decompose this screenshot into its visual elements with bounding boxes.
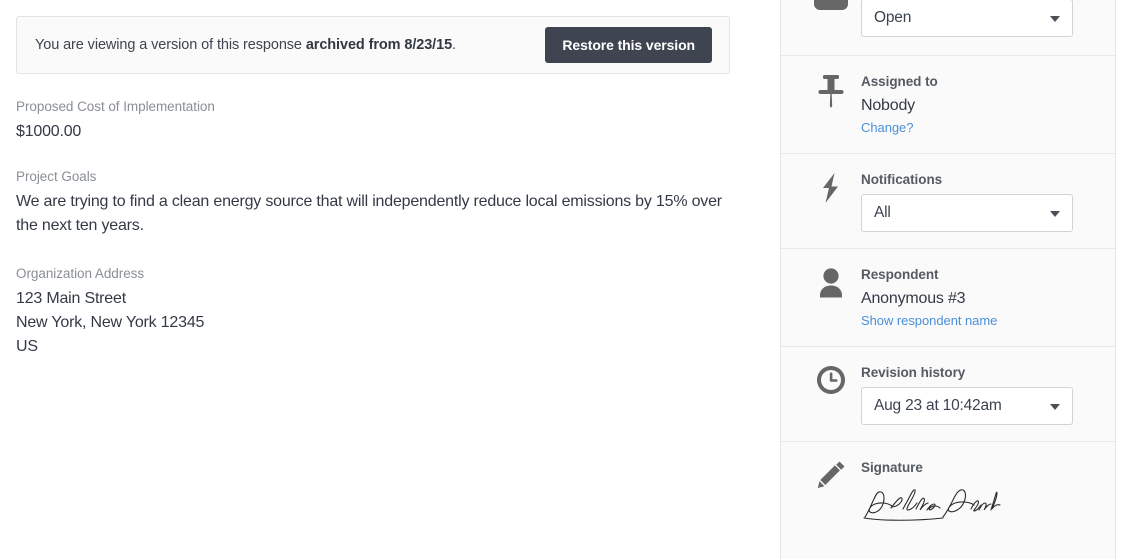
lightning-bolt-icon: [801, 170, 861, 232]
field-value-line: US: [16, 338, 38, 355]
sidebar-title: Revision history: [861, 365, 966, 380]
archive-notice-text: You are viewing a version of this respon…: [35, 37, 456, 53]
sidebar-row-revision-history: Revision history Aug 23 at 10:42am: [781, 347, 1115, 442]
respondent-value: Anonymous #3: [861, 290, 966, 307]
pushpin-icon: [801, 72, 861, 137]
status-select[interactable]: Open: [861, 0, 1073, 37]
status-select-value: Open: [874, 9, 912, 26]
field-value: We are trying to find a clean energy sou…: [16, 193, 722, 234]
tag-icon: [801, 0, 861, 55]
response-main-content: You are viewing a version of this respon…: [0, 0, 780, 559]
field-organization-address: Organization Address 123 Main Street New…: [16, 265, 780, 359]
sidebar-row-notifications: Notifications All: [781, 154, 1115, 249]
restore-this-version-button[interactable]: Restore this version: [545, 27, 712, 63]
sidebar-title: Assigned to: [861, 74, 938, 89]
revision-history-select-value: Aug 23 at 10:42am: [874, 397, 1002, 414]
show-respondent-name-link[interactable]: Show respondent name: [861, 313, 997, 328]
sidebar-title: Respondent: [861, 267, 939, 282]
sidebar-row-assigned-to: Assigned to Nobody Change?: [781, 56, 1115, 154]
assigned-to-value: Nobody: [861, 97, 915, 114]
chevron-down-icon: [1050, 404, 1060, 410]
clock-icon: [801, 363, 861, 425]
field-project-goals: Project Goals We are trying to find a cl…: [16, 168, 780, 238]
chevron-down-icon: [1050, 211, 1060, 217]
field-value-line: New York, New York 12345: [16, 314, 205, 331]
revision-history-select[interactable]: Aug 23 at 10:42am: [861, 387, 1073, 425]
field-label: Organization Address: [16, 266, 145, 281]
signature-image: [861, 483, 1097, 529]
archive-notice-prefix: You are viewing a version of this respon…: [35, 37, 306, 53]
sidebar-title: Notifications: [861, 172, 943, 187]
archived-response-view: You are viewing a version of this respon…: [0, 0, 1130, 559]
change-assignee-link[interactable]: Change?: [861, 120, 913, 135]
notifications-select-value: All: [874, 204, 891, 221]
sidebar-row-signature: Signature: [781, 442, 1115, 545]
field-label: Proposed Cost of Implementation: [16, 99, 215, 114]
archive-notice-suffix: .: [452, 37, 456, 53]
notifications-select[interactable]: All: [861, 194, 1073, 232]
sidebar-title: Signature: [861, 460, 923, 475]
field-value: $1000.00: [16, 123, 82, 140]
sidebar-row-respondent: Respondent Anonymous #3 Show respondent …: [781, 249, 1115, 347]
field-value-line: 123 Main Street: [16, 290, 126, 307]
chevron-down-icon: [1050, 16, 1060, 22]
archive-notice-date: archived from 8/23/15: [305, 37, 453, 53]
field-label: Project Goals: [16, 169, 97, 184]
response-details-sidebar: Open Assigned to Nobody Change? Notifica…: [780, 0, 1116, 559]
person-icon: [801, 265, 861, 330]
pencil-icon: [801, 458, 861, 529]
archive-notice-banner: You are viewing a version of this respon…: [16, 16, 730, 74]
page-right-gutter: [1117, 0, 1130, 559]
sidebar-row-status: Open: [781, 0, 1115, 56]
field-proposed-cost: Proposed Cost of Implementation $1000.00: [16, 98, 780, 144]
